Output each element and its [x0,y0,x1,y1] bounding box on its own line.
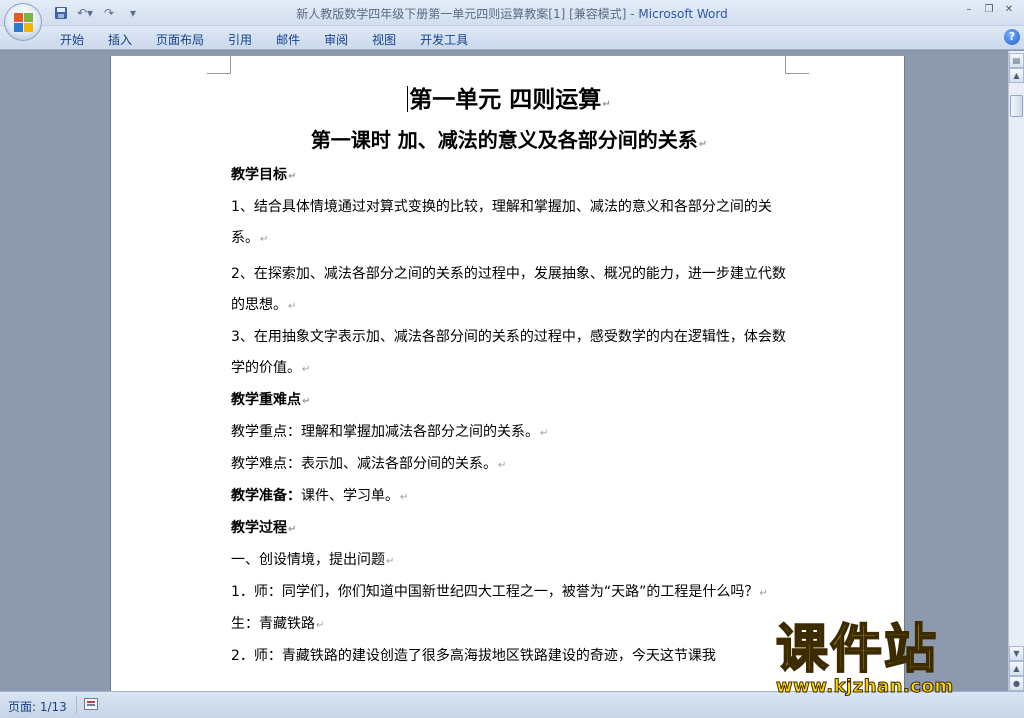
process-heading-text: 教学过程 [231,520,287,536]
crop-mark-right [785,56,809,74]
dialog-line-3-text: 2．师：青藏铁路的建设创造了很多高海拔地区铁路建设的奇迹，今天这节课我 [231,648,716,664]
proofing-status-icon[interactable] [84,698,98,710]
dialog-line-2-text: 生：青藏铁路 [231,616,315,632]
dialog-line-3: 2．师：青藏铁路的建设创造了很多高海拔地区铁路建设的奇迹，今天这节课我 [231,641,787,672]
paragraph-mark: ↵ [316,620,325,631]
dialog-line-1: 1．师：同学们，你们知道中国新世纪四大工程之一，被誉为“天路”的工程是什么吗？↵ [231,577,787,609]
minimize-icon[interactable]: – [960,2,978,18]
goals-heading: 教学目标↵ [231,160,787,192]
paragraph-mark: ↵ [602,99,611,110]
vertical-scrollbar[interactable]: ▤ ▲ ▼ ▲ ● [1008,51,1024,691]
difficult-point: 教学难点：表示加、减法各部分间的关系。↵ [231,449,787,481]
scroll-up-icon[interactable]: ▲ [1009,68,1024,83]
paragraph-mark: ↵ [260,234,269,245]
app-name: Microsoft Word [638,7,728,21]
tab-insert[interactable]: 插入 [96,30,144,49]
goal-1: 1、结合具体情境通过对算式变换的比较，理解和掌握加、减法的意义和各部分之间的关系… [231,192,787,255]
document-body[interactable]: 第一单元 四则运算↵ 第一课时 加、减法的意义及各部分间的关系↵ 教学目标↵ 1… [231,80,787,672]
key-points-heading: 教学重难点↵ [231,385,787,417]
office-button[interactable] [4,3,42,41]
key-point-text: 教学重点：理解和掌握加减法各部分之间的关系。 [231,424,539,440]
tab-view[interactable]: 视图 [360,30,408,49]
tab-page-layout[interactable]: 页面布局 [144,30,216,49]
paragraph-mark: ↵ [302,396,311,407]
paragraph-mark: ↵ [540,428,549,439]
paragraph-mark: ↵ [288,171,297,182]
key-point: 教学重点：理解和掌握加减法各部分之间的关系。↵ [231,417,787,449]
dialog-line-2: 生：青藏铁路↵ [231,609,787,641]
heading-1: 第一单元 四则运算↵ [231,80,787,120]
paragraph-mark: ↵ [288,301,297,312]
paragraph-mark: ↵ [698,139,708,150]
dialog-line-1-text: 1．师：同学们，你们知道中国新世纪四大工程之一，被誉为“天路”的工程是什么吗？ [231,584,759,600]
document-title: 新人教版数学四年级下册第一单元四则运算教案[1] [兼容模式] - [296,7,639,21]
close-icon[interactable]: ✕ [1000,2,1018,18]
help-icon[interactable]: ? [1004,29,1020,45]
window-controls: – ❐ ✕ [960,2,1018,18]
preparation: 教学准备：课件、学习单。↵ [231,481,787,513]
restore-icon[interactable]: ❐ [980,2,998,18]
page-count[interactable]: 页面: 1/13 [8,698,67,715]
ribbon-tabs: 开始 插入 页面布局 引用 邮件 审阅 视图 开发工具 ? [0,26,1024,50]
difficult-point-text: 教学难点：表示加、减法各部分间的关系。 [231,456,497,472]
paragraph-mark: ↵ [288,524,297,535]
window-title: 新人教版数学四年级下册第一单元四则运算教案[1] [兼容模式] - Micros… [0,5,1024,22]
goal-1-text: 1、结合具体情境通过对算式变换的比较，理解和掌握加、减法的意义和各部分之间的关系… [231,199,772,246]
step-1-text: 一、创设情境，提出问题 [231,552,385,568]
title-bar: ↶▾ ↷ ▾ 新人教版数学四年级下册第一单元四则运算教案[1] [兼容模式] -… [0,0,1024,26]
step-1: 一、创设情境，提出问题↵ [231,545,787,577]
scrollbar-thumb[interactable] [1010,95,1023,117]
status-separator [76,696,77,714]
watermark: 课件站 www.kjzhan.com [770,619,1024,700]
watermark-url: www.kjzhan.com [776,676,954,698]
goal-3-text: 3、在用抽象文字表示加、减法各部分间的关系的过程中，感受数学的内在逻辑性，体会数… [231,329,786,376]
goals-heading-text: 教学目标 [231,167,287,183]
process-heading: 教学过程↵ [231,513,787,545]
goal-2-text: 2、在探索加、减法各部分之间的关系的过程中，发展抽象、概况的能力，进一步建立代数… [231,266,786,313]
paragraph-mark: ↵ [759,588,768,599]
tab-list: 开始 插入 页面布局 引用 邮件 审阅 视图 开发工具 [48,30,480,49]
tab-developer[interactable]: 开发工具 [408,30,480,49]
paragraph-mark: ↵ [302,364,311,375]
watermark-title: 课件站 [775,619,939,681]
heading-1-text: 第一单元 四则运算 [409,86,602,113]
key-points-heading-text: 教学重难点 [231,392,301,408]
tab-references[interactable]: 引用 [216,30,264,49]
preparation-value: 课件、学习单。 [301,488,399,504]
tab-review[interactable]: 审阅 [312,30,360,49]
document-page[interactable]: 第一单元 四则运算↵ 第一课时 加、减法的意义及各部分间的关系↵ 教学目标↵ 1… [110,56,905,691]
preparation-label: 教学准备： [231,488,301,504]
view-ruler-icon[interactable]: ▤ [1009,53,1024,68]
goal-3: 3、在用抽象文字表示加、减法各部分间的关系的过程中，感受数学的内在逻辑性，体会数… [231,322,787,385]
crop-mark-left [207,56,231,74]
document-workspace: 第一单元 四则运算↵ 第一课时 加、减法的意义及各部分间的关系↵ 教学目标↵ 1… [0,51,1008,691]
goal-2: 2、在探索加、减法各部分之间的关系的过程中，发展抽象、概况的能力，进一步建立代数… [231,259,787,322]
heading-2-text: 第一课时 加、减法的意义及各部分间的关系 [310,128,698,152]
paragraph-mark: ↵ [498,460,507,471]
tab-mailings[interactable]: 邮件 [264,30,312,49]
tab-home[interactable]: 开始 [48,30,96,49]
paragraph-mark: ↵ [400,492,409,503]
office-logo-icon [14,13,33,32]
heading-2: 第一课时 加、减法的意义及各部分间的关系↵ [151,120,867,160]
paragraph-mark: ↵ [386,556,395,567]
